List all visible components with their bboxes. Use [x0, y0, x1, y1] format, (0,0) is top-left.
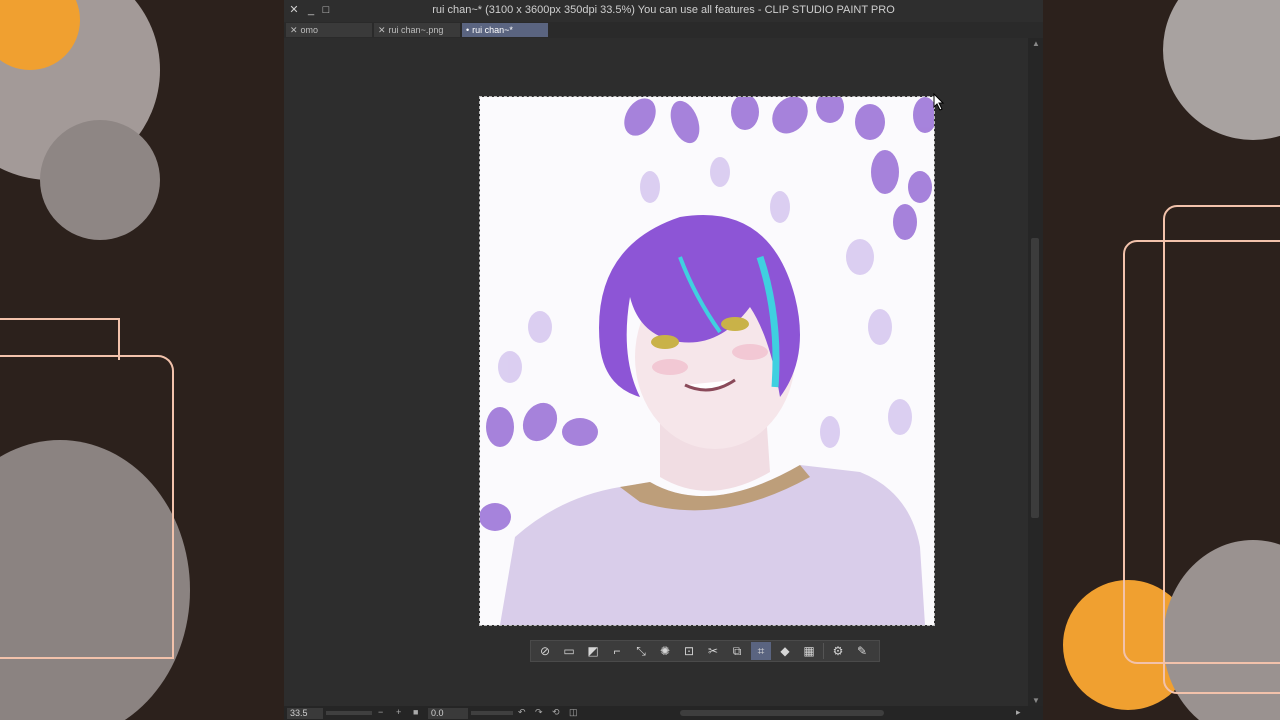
- window-title: rui chan~* (3100 x 3600px 350dpi 33.5%) …: [432, 4, 895, 16]
- tab-label: rui chan~*: [472, 25, 513, 35]
- cut-icon[interactable]: ✂: [703, 642, 723, 660]
- vertical-scroll-thumb[interactable]: [1031, 238, 1039, 518]
- scale-icon[interactable]: ⤡: [631, 642, 651, 660]
- horizontal-scroll-thumb[interactable]: [680, 710, 884, 716]
- tab-label: rui chan~.png: [388, 25, 444, 35]
- rotation-slider[interactable]: [471, 711, 513, 715]
- rotate-left-icon[interactable]: ↶: [518, 707, 526, 718]
- background-right: [1043, 0, 1280, 720]
- status-bar: 33.5 − + ■ 0.0 ↶ ↷ ⟲ ◫ ▸: [284, 706, 1043, 720]
- crop-icon[interactable]: ⌗: [751, 642, 771, 660]
- illustration-image: [480, 97, 934, 625]
- fill-icon[interactable]: ◆: [775, 642, 795, 660]
- canvas-artwork[interactable]: [479, 96, 935, 626]
- zoom-reset-icon[interactable]: ■: [413, 707, 418, 717]
- deselect-icon[interactable]: ⊘: [535, 642, 555, 660]
- close-tab-icon[interactable]: ✕: [378, 25, 386, 35]
- expand-selection-icon[interactable]: ✺: [655, 642, 675, 660]
- zoom-out-icon[interactable]: −: [378, 707, 383, 717]
- shrink-selection-icon[interactable]: ⊡: [679, 642, 699, 660]
- scroll-right-icon[interactable]: ▸: [1016, 707, 1021, 718]
- background-left: [0, 0, 284, 720]
- app-window: ✕ _ □ rui chan~* (3100 x 3600px 350dpi 3…: [284, 0, 1043, 720]
- tab-label: omo: [300, 25, 319, 35]
- title-bar: ✕ _ □ rui chan~* (3100 x 3600px 350dpi 3…: [284, 0, 1043, 22]
- copy-paste-icon[interactable]: ⧉: [727, 642, 747, 660]
- scroll-up-icon[interactable]: ▲: [1032, 39, 1040, 48]
- reset-rotation-icon[interactable]: ⟲: [552, 707, 560, 718]
- tab-modified-dot-icon: •: [466, 25, 470, 35]
- transform-icon[interactable]: ⌐: [607, 642, 627, 660]
- clear-icon[interactable]: ▦: [799, 642, 819, 660]
- tab-omo[interactable]: ✕ omo: [286, 23, 372, 37]
- canvas-area[interactable]: ⊘ ▭ ◩ ⌐ ⤡ ✺ ⊡ ✂ ⧉ ⌗ ◆ ▦ ⚙ ✎: [284, 38, 1028, 706]
- rotation-input[interactable]: 0.0: [428, 708, 468, 719]
- select-all-icon[interactable]: ▭: [559, 642, 579, 660]
- mouse-cursor-icon: [933, 93, 945, 111]
- invert-selection-icon[interactable]: ◩: [583, 642, 603, 660]
- vertical-scrollbar[interactable]: ▲ ▼: [1028, 38, 1043, 706]
- zoom-slider[interactable]: [326, 711, 372, 715]
- tab-rui-chan[interactable]: • rui chan~*: [462, 23, 548, 37]
- flip-icon[interactable]: ◫: [569, 707, 578, 718]
- zoom-in-icon[interactable]: +: [396, 707, 401, 717]
- document-tabs: ✕ omo ✕ rui chan~.png • rui chan~*: [284, 22, 1043, 38]
- close-tab-icon[interactable]: ✕: [290, 25, 298, 35]
- rotate-right-icon[interactable]: ↷: [535, 707, 543, 718]
- toolbar-divider: [823, 643, 824, 659]
- scroll-down-icon[interactable]: ▼: [1032, 696, 1040, 705]
- pen-icon[interactable]: ✎: [852, 642, 872, 660]
- selection-launcher-toolbar: ⊘ ▭ ◩ ⌐ ⤡ ✺ ⊡ ✂ ⧉ ⌗ ◆ ▦ ⚙ ✎: [530, 640, 880, 662]
- tab-rui-chan-png[interactable]: ✕ rui chan~.png: [374, 23, 460, 37]
- settings-icon[interactable]: ⚙: [828, 642, 848, 660]
- zoom-input[interactable]: 33.5: [287, 708, 323, 719]
